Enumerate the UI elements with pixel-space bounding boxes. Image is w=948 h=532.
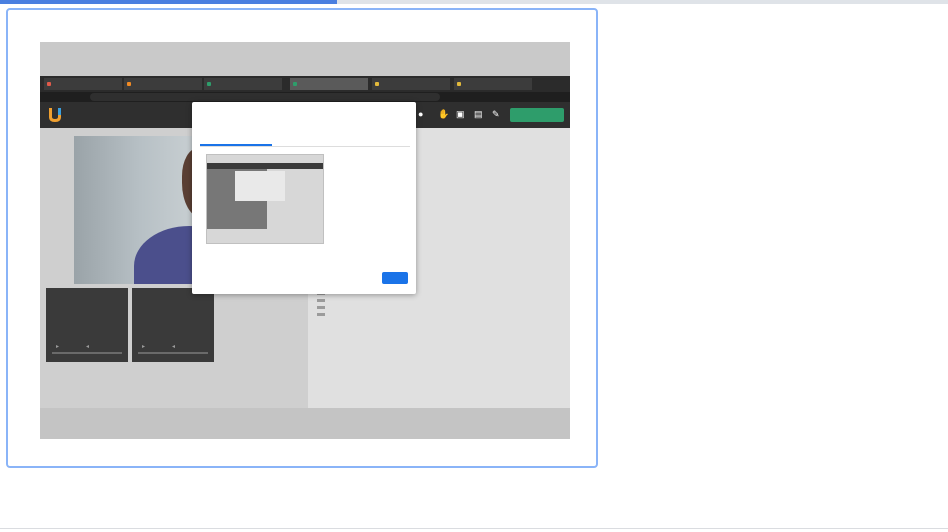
preview-side-list [317, 292, 325, 320]
preview-video-tile: ▸ ◂ [132, 288, 214, 362]
preview-share-dialog [192, 102, 416, 294]
toolbar-icon: ● [418, 109, 424, 119]
side-list-item [317, 299, 325, 302]
tab-favicon-icon [293, 82, 297, 86]
play-icon: ▸ [56, 344, 60, 350]
volume-icon: ◂ [172, 344, 176, 350]
camera-icon: ▣ [456, 109, 465, 119]
thumb-dialog [235, 171, 285, 201]
tab-favicon-icon [47, 82, 51, 86]
volume-icon: ◂ [86, 344, 90, 350]
dialog-divider [200, 146, 410, 147]
side-list-item [317, 306, 325, 309]
tab-favicon-icon [375, 82, 379, 86]
screen-preview-thumbnail: ● ✋ ▣ ▤ ✎ ▸ ◂ ▸ ◂ [40, 42, 570, 439]
preview-tab [124, 78, 202, 90]
preview-leave-button [510, 108, 564, 122]
preview-camera-feed [74, 136, 194, 284]
play-icon: ▸ [142, 344, 146, 350]
tab-favicon-icon [207, 82, 211, 86]
preview-tab-active [290, 78, 368, 90]
preview-url [90, 93, 440, 101]
side-list-item [317, 313, 325, 316]
dialog-screen-thumbnail [206, 154, 324, 244]
preview-video-tile: ▸ ◂ [46, 288, 128, 362]
chat-icon: ▤ [474, 109, 483, 119]
preview-bottom-strip [40, 408, 570, 439]
preview-address-bar [40, 92, 570, 102]
pen-icon: ✎ [492, 109, 500, 119]
screen-share-tile[interactable]: ● ✋ ▣ ▤ ✎ ▸ ◂ ▸ ◂ [6, 8, 598, 468]
tab-favicon-icon [127, 82, 131, 86]
preview-tab [454, 78, 532, 90]
preview-tab [44, 78, 122, 90]
video-progress-bar [138, 352, 208, 354]
tab-favicon-icon [457, 82, 461, 86]
preview-browser-tab-strip [40, 76, 570, 92]
app-logo-icon [49, 108, 61, 122]
dialog-share-button [382, 272, 408, 284]
screen-picker-panel: ● ✋ ▣ ▤ ✎ ▸ ◂ ▸ ◂ [0, 4, 948, 529]
person-body [134, 226, 194, 284]
preview-tab [204, 78, 282, 90]
hand-icon: ✋ [438, 109, 450, 119]
video-progress-bar [52, 352, 122, 354]
preview-tab [372, 78, 450, 90]
